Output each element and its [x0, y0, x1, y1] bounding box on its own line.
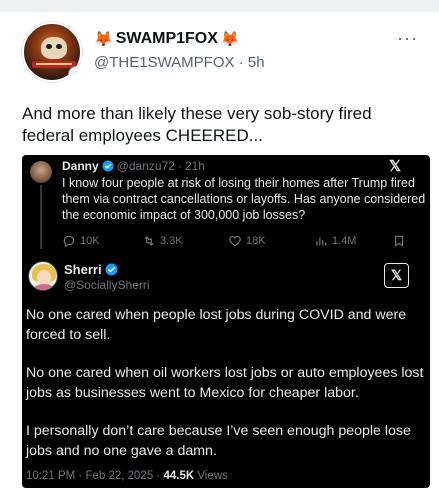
- sherri-handle: @SociallySherri: [64, 278, 150, 292]
- views-chart-icon: [316, 237, 327, 246]
- post-header: 🦊 SWAMP1FOX 🦊 @THE1SWAMPFOX · 5h ···: [22, 22, 422, 86]
- fox-emoji-right: 🦊: [220, 30, 240, 48]
- sherri-footer: 10:21 PM · Feb 22, 2025 · 44.5K Views: [26, 470, 228, 482]
- repost-icon: [144, 236, 154, 246]
- embedded-screenshot[interactable]: Danny @danzu72 · 21h 𝕏 I know four peopl…: [22, 155, 430, 488]
- sherri-paragraph-3: I personally don’t care because I’ve see…: [26, 423, 411, 459]
- avatar-body: [34, 284, 54, 290]
- views-stat: 1.4M: [314, 234, 356, 248]
- bookmark-icon: [394, 235, 404, 247]
- sherri-paragraph-2: No one cared when oil workers lost jobs …: [26, 365, 424, 401]
- avatar-mask-figure: [41, 37, 67, 59]
- post-time[interactable]: 5h: [248, 54, 265, 71]
- author-name[interactable]: SWAMP1FOX: [116, 30, 218, 48]
- reply-count: 10K: [80, 235, 100, 247]
- heart-icon: [229, 235, 241, 247]
- reply-icon: [63, 235, 75, 248]
- top-bar: [0, 0, 439, 12]
- danny-header: Danny @danzu72 · 21h: [62, 159, 205, 173]
- bookmark-stat: [392, 234, 406, 248]
- danny-name: Danny: [62, 159, 99, 173]
- sherri-views-label: Views: [194, 470, 228, 482]
- fox-emoji-left: 🦊: [94, 30, 113, 48]
- danny-handle: @danzu72: [116, 159, 175, 173]
- verified-badge-icon: [105, 263, 118, 276]
- danny-actions: 10K 3.3K 18K 1.4M: [62, 234, 428, 250]
- author-avatar[interactable]: [22, 22, 82, 82]
- danny-avatar: [30, 161, 52, 183]
- quoted-main-post: Sherri @SociallySherri 𝕏 No one cared wh…: [22, 255, 430, 488]
- repost-count: 3.3K: [160, 235, 183, 247]
- sherri-avatar: [28, 261, 58, 291]
- like-count: 18K: [246, 235, 266, 247]
- author-handle[interactable]: @THE1SWAMPFOX: [94, 54, 235, 71]
- like-stat: 18K: [228, 234, 266, 248]
- post-text: And more than likely these very sob-stor…: [22, 104, 372, 145]
- author-name-row[interactable]: 🦊 SWAMP1FOX 🦊: [94, 30, 240, 48]
- thread-line: [40, 185, 42, 249]
- author-handle-row: @THE1SWAMPFOX · 5h: [94, 54, 265, 71]
- quoted-parent-post: Danny @danzu72 · 21h 𝕏 I know four peopl…: [22, 155, 430, 255]
- views-count: 1.4M: [332, 235, 357, 247]
- danny-time: 21h: [184, 159, 205, 173]
- sherri-name-row: Sherri: [64, 262, 118, 277]
- danny-separator: ·: [177, 159, 182, 173]
- sherri-name: Sherri: [64, 262, 102, 277]
- verified-badge-icon: [102, 160, 114, 172]
- reply-stat: 10K: [62, 234, 100, 248]
- x-logo-icon: 𝕏: [389, 158, 402, 175]
- sherri-paragraph-1: No one cared when people lost jobs durin…: [26, 307, 407, 343]
- x-logo-box-icon: 𝕏: [384, 263, 409, 288]
- avatar-seal-icon: [68, 66, 80, 80]
- avatar-banner: [32, 61, 76, 68]
- more-horizontal-icon[interactable]: ···: [397, 28, 418, 49]
- sherri-views-count: 44.5K: [163, 470, 195, 482]
- meta-separator: ·: [234, 54, 248, 71]
- sherri-timestamp: 10:21 PM · Feb 22, 2025 ·: [26, 470, 164, 482]
- repost-stat: 3.3K: [142, 234, 183, 248]
- danny-text: I know four people at risk of losing the…: [62, 176, 426, 222]
- avatar-face: [37, 270, 51, 285]
